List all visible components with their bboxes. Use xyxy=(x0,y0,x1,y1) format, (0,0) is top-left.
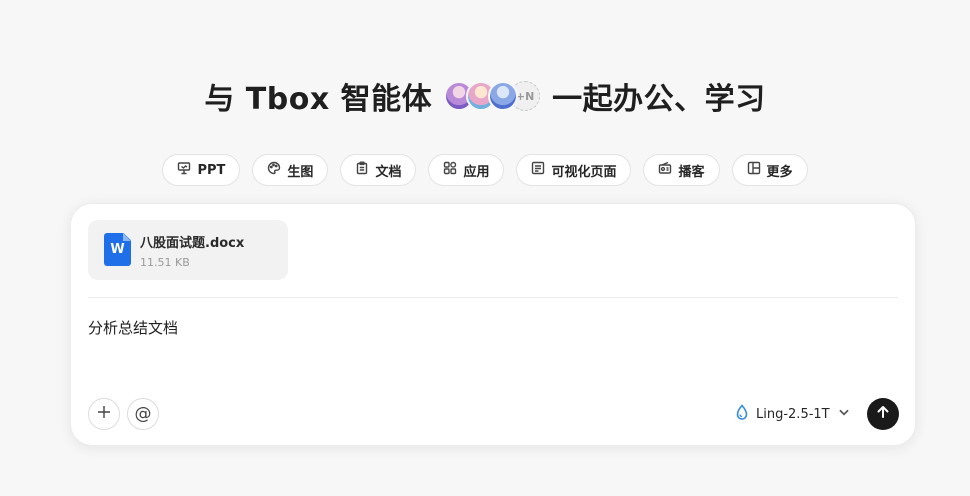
presentation-icon xyxy=(177,161,191,179)
chevron-down-icon xyxy=(837,404,851,424)
agent-avatars[interactable]: +N xyxy=(444,81,541,111)
palette-icon xyxy=(267,161,281,179)
arrow-up-icon xyxy=(875,404,891,424)
file-name: 八股面试题.docx xyxy=(140,236,245,251)
headline-text-after: 一起办公、学习 xyxy=(552,82,766,117)
chip-more[interactable]: 更多 xyxy=(731,154,808,186)
layout-icon xyxy=(747,161,761,179)
chip-label: 可视化页面 xyxy=(551,164,617,180)
model-selector[interactable]: Ling-2.5-1T xyxy=(735,401,851,427)
chip-label: 文档 xyxy=(375,164,402,180)
model-name: Ling-2.5-1T xyxy=(756,406,830,422)
add-attachment-button[interactable] xyxy=(88,398,120,430)
chip-podcast[interactable]: 播客 xyxy=(643,154,720,186)
radio-icon xyxy=(658,161,672,179)
send-button[interactable] xyxy=(867,398,899,430)
attached-file[interactable]: W 八股面试题.docx 11.51 KB xyxy=(88,220,288,280)
chip-ppt[interactable]: PPT xyxy=(162,154,241,186)
chip-label: 更多 xyxy=(766,164,793,180)
ling-logo-icon xyxy=(735,404,749,424)
chat-composer: W 八股面试题.docx 11.51 KB 分析总结文档 @ Ling-2.5-… xyxy=(70,203,916,446)
avatar xyxy=(488,81,519,111)
clipboard-icon xyxy=(355,161,369,179)
divider xyxy=(88,297,898,298)
plus-icon xyxy=(96,404,112,424)
headline-text-before: 与 Tbox 智能体 xyxy=(204,82,433,117)
prompt-input[interactable]: 分析总结文档 xyxy=(88,317,178,338)
quick-actions: PPT 生图 文档 应用 可视化页面 播客 更多 xyxy=(0,154,970,186)
chip-label: 应用 xyxy=(463,164,490,180)
chip-label: 播客 xyxy=(678,164,705,180)
chip-label: PPT xyxy=(197,162,226,178)
chip-apps[interactable]: 应用 xyxy=(428,154,505,186)
at-icon: @ xyxy=(134,404,152,424)
headline: 与 Tbox 智能体 +N 一起办公、学习 xyxy=(0,74,970,118)
mention-button[interactable]: @ xyxy=(127,398,159,430)
apps-grid-icon xyxy=(443,161,457,179)
chip-document[interactable]: 文档 xyxy=(340,154,417,186)
chip-label: 生图 xyxy=(287,164,314,180)
chip-image-gen[interactable]: 生图 xyxy=(252,154,329,186)
page: 与 Tbox 智能体 +N 一起办公、学习 PPT 生图 文档 应用 可视化页面… xyxy=(0,0,970,496)
page-icon xyxy=(531,161,545,179)
word-file-icon-fold xyxy=(123,233,131,241)
chip-visual-page[interactable]: 可视化页面 xyxy=(516,154,632,186)
file-size: 11.51 KB xyxy=(140,256,190,269)
